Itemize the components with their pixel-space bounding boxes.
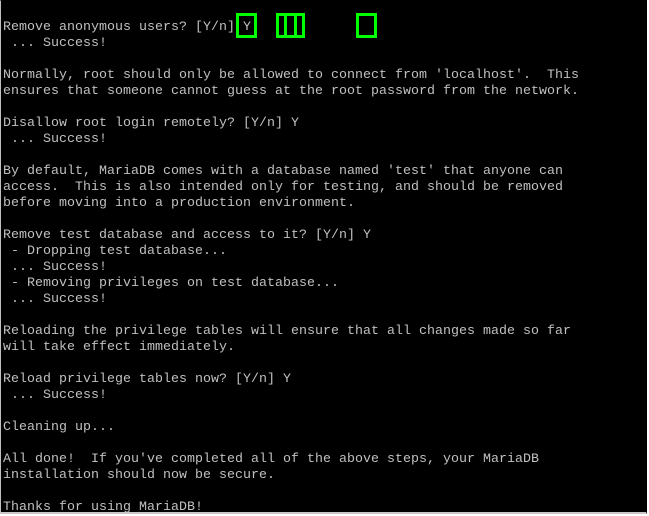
- output-text: Normally, root should only be allowed to…: [3, 67, 579, 82]
- prompt-answer: Y: [290, 115, 299, 130]
- output-line: ensures that someone cannot guess at the…: [3, 83, 579, 99]
- output-line: Reloading the privilege tables will ensu…: [3, 323, 579, 339]
- output-text: ... Success!: [3, 131, 107, 146]
- output-line: Normally, root should only be allowed to…: [3, 67, 579, 83]
- output-text: installation should now be secure.: [3, 467, 275, 482]
- output-line: ... Success!: [3, 291, 579, 307]
- output-text: ... Success!: [3, 35, 107, 50]
- output-line: will take effect immediately.: [3, 339, 579, 355]
- prompt-answer: Y: [362, 227, 371, 242]
- output-text: ... Success!: [3, 291, 107, 306]
- output-text: before moving into a production environm…: [3, 195, 355, 210]
- prompt-answer: Y: [242, 19, 251, 34]
- prompt-line: Reload privilege tables now? [Y/n] Y: [3, 13, 579, 387]
- output-line: access. This is also intended only for t…: [3, 179, 579, 195]
- output-text: will take effect immediately.: [3, 339, 235, 354]
- output-text: Thanks for using MariaDB!: [3, 499, 203, 514]
- output-line: ... Success!: [3, 131, 579, 147]
- output-text: By default, MariaDB comes with a databas…: [3, 163, 563, 178]
- output-text: access. This is also intended only for t…: [3, 179, 563, 194]
- prompt-text: Remove test database and access to it? […: [3, 227, 363, 242]
- prompt-text: Reload privilege tables now? [Y/n]: [3, 371, 283, 386]
- output-text: Reloading the privilege tables will ensu…: [3, 323, 571, 338]
- output-text: ... Success!: [3, 387, 107, 402]
- prompt-text: Disallow root login remotely? [Y/n]: [3, 115, 291, 130]
- terminal-output: Remove anonymous users? [Y/n] Y ... Succ…: [3, 13, 579, 514]
- output-line: - Removing privileges on test database..…: [3, 275, 579, 291]
- output-line: - Dropping test database...: [3, 243, 579, 259]
- prompt-line: Disallow root login remotely? [Y/n] Y: [3, 13, 579, 131]
- prompt-line: Remove test database and access to it? […: [3, 13, 579, 243]
- terminal-window[interactable]: Remove anonymous users? [Y/n] Y ... Succ…: [0, 0, 647, 514]
- output-line: By default, MariaDB comes with a databas…: [3, 163, 579, 179]
- output-line: All done! If you've completed all of the…: [3, 451, 579, 467]
- output-text: ensures that someone cannot guess at the…: [3, 83, 579, 98]
- output-line: Cleaning up...: [3, 419, 579, 435]
- output-text: - Dropping test database...: [3, 243, 227, 258]
- output-line: Thanks for using MariaDB!: [3, 499, 579, 514]
- prompt-line: Remove anonymous users? [Y/n] Y: [3, 13, 579, 38]
- prompt-text: Remove anonymous users? [Y/n]: [3, 19, 243, 34]
- output-line: installation should now be secure.: [3, 467, 579, 483]
- output-line: ... Success!: [3, 259, 579, 275]
- output-text: Cleaning up...: [3, 419, 115, 434]
- output-line: before moving into a production environm…: [3, 195, 579, 211]
- output-text: - Removing privileges on test database..…: [3, 275, 339, 290]
- output-text: ... Success!: [3, 259, 107, 274]
- prompt-answer: Y: [282, 371, 291, 386]
- output-line: ... Success!: [3, 35, 579, 51]
- output-text: All done! If you've completed all of the…: [3, 451, 539, 466]
- output-line: ... Success!: [3, 387, 579, 403]
